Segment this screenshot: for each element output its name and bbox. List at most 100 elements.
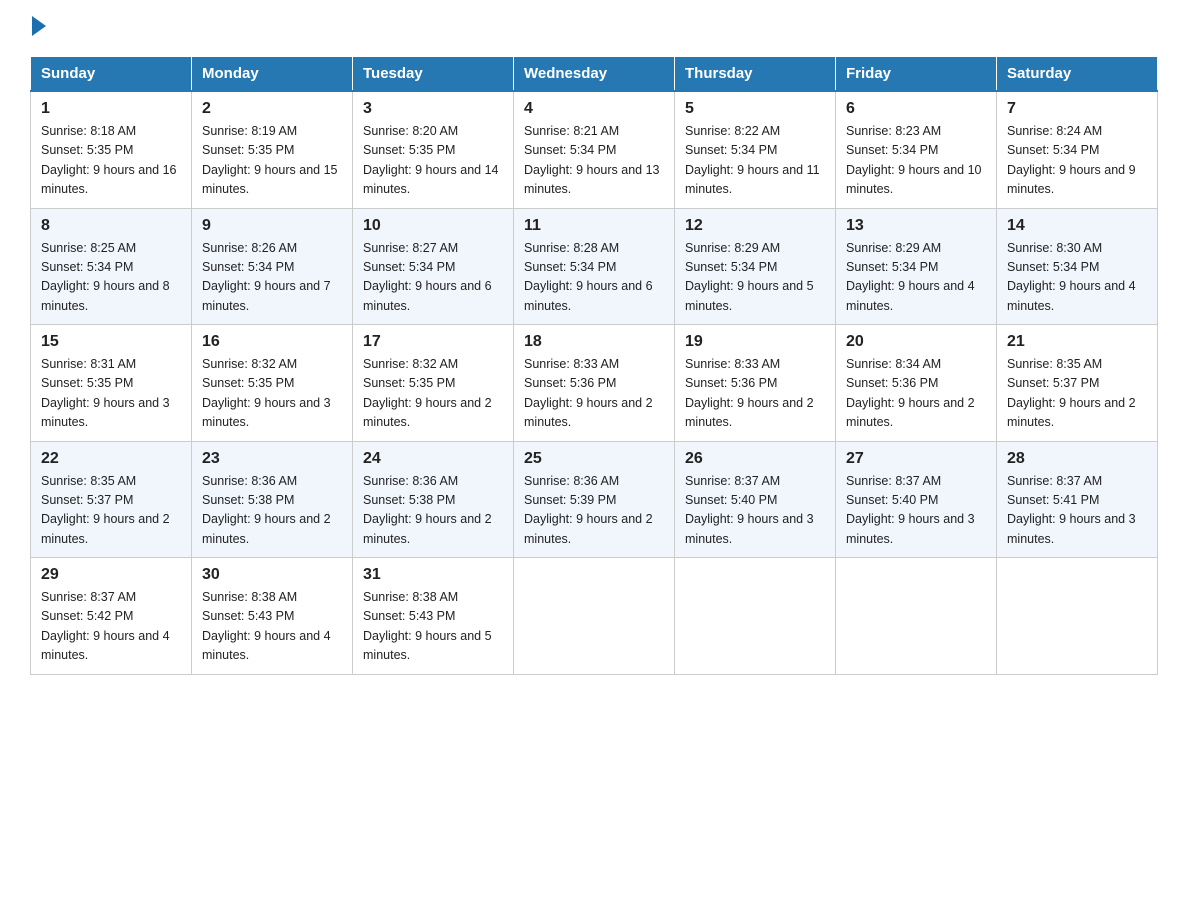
calendar-cell: 3 Sunrise: 8:20 AMSunset: 5:35 PMDaylight…: [353, 91, 514, 208]
day-number: 4: [524, 100, 664, 118]
calendar-cell: 30 Sunrise: 8:38 AMSunset: 5:43 PMDayligh…: [192, 558, 353, 675]
day-number: 20: [846, 333, 986, 351]
weekday-header-thursday: Thursday: [675, 57, 836, 92]
day-number: 27: [846, 450, 986, 468]
day-info: Sunrise: 8:27 AMSunset: 5:34 PMDaylight:…: [363, 239, 503, 317]
day-info: Sunrise: 8:19 AMSunset: 5:35 PMDaylight:…: [202, 122, 342, 200]
day-number: 17: [363, 333, 503, 351]
calendar-cell: [514, 558, 675, 675]
calendar-cell: 6 Sunrise: 8:23 AMSunset: 5:34 PMDaylight…: [836, 91, 997, 208]
weekday-header-wednesday: Wednesday: [514, 57, 675, 92]
day-number: 3: [363, 100, 503, 118]
day-info: Sunrise: 8:26 AMSunset: 5:34 PMDaylight:…: [202, 239, 342, 317]
day-number: 18: [524, 333, 664, 351]
calendar-week-row: 8 Sunrise: 8:25 AMSunset: 5:34 PMDaylight…: [31, 208, 1158, 325]
calendar-cell: 18 Sunrise: 8:33 AMSunset: 5:36 PMDayligh…: [514, 325, 675, 442]
day-info: Sunrise: 8:28 AMSunset: 5:34 PMDaylight:…: [524, 239, 664, 317]
calendar-cell: 13 Sunrise: 8:29 AMSunset: 5:34 PMDayligh…: [836, 208, 997, 325]
day-info: Sunrise: 8:24 AMSunset: 5:34 PMDaylight:…: [1007, 122, 1147, 200]
calendar-week-row: 1 Sunrise: 8:18 AMSunset: 5:35 PMDaylight…: [31, 91, 1158, 208]
day-info: Sunrise: 8:36 AMSunset: 5:39 PMDaylight:…: [524, 472, 664, 550]
calendar-cell: 9 Sunrise: 8:26 AMSunset: 5:34 PMDaylight…: [192, 208, 353, 325]
calendar-cell: 5 Sunrise: 8:22 AMSunset: 5:34 PMDaylight…: [675, 91, 836, 208]
calendar-cell: 25 Sunrise: 8:36 AMSunset: 5:39 PMDayligh…: [514, 441, 675, 558]
day-number: 9: [202, 217, 342, 235]
day-number: 7: [1007, 100, 1147, 118]
day-number: 22: [41, 450, 181, 468]
calendar-cell: 2 Sunrise: 8:19 AMSunset: 5:35 PMDaylight…: [192, 91, 353, 208]
day-info: Sunrise: 8:20 AMSunset: 5:35 PMDaylight:…: [363, 122, 503, 200]
calendar-cell: 16Sunrise: 8:32 AMSunset: 5:35 PMDayligh…: [192, 325, 353, 442]
calendar-cell: 8 Sunrise: 8:25 AMSunset: 5:34 PMDaylight…: [31, 208, 192, 325]
calendar-cell: 19 Sunrise: 8:33 AMSunset: 5:36 PMDayligh…: [675, 325, 836, 442]
calendar-cell: 23Sunrise: 8:36 AMSunset: 5:38 PMDayligh…: [192, 441, 353, 558]
day-number: 14: [1007, 217, 1147, 235]
day-number: 15: [41, 333, 181, 351]
calendar-cell: 20 Sunrise: 8:34 AMSunset: 5:36 PMDayligh…: [836, 325, 997, 442]
day-number: 6: [846, 100, 986, 118]
calendar-cell: [836, 558, 997, 675]
day-number: 30: [202, 566, 342, 584]
day-info: Sunrise: 8:37 AMSunset: 5:42 PMDaylight:…: [41, 588, 181, 666]
calendar-cell: 10 Sunrise: 8:27 AMSunset: 5:34 PMDayligh…: [353, 208, 514, 325]
day-number: 21: [1007, 333, 1147, 351]
day-info: Sunrise: 8:18 AMSunset: 5:35 PMDaylight:…: [41, 122, 181, 200]
day-info: Sunrise: 8:35 AMSunset: 5:37 PMDaylight:…: [41, 472, 181, 550]
day-info: Sunrise: 8:29 AMSunset: 5:34 PMDaylight:…: [685, 239, 825, 317]
day-number: 1: [41, 100, 181, 118]
calendar-cell: 29 Sunrise: 8:37 AMSunset: 5:42 PMDayligh…: [31, 558, 192, 675]
day-info: Sunrise: 8:37 AMSunset: 5:41 PMDaylight:…: [1007, 472, 1147, 550]
day-info: Sunrise: 8:37 AMSunset: 5:40 PMDaylight:…: [685, 472, 825, 550]
calendar-cell: 14Sunrise: 8:30 AMSunset: 5:34 PMDayligh…: [997, 208, 1158, 325]
day-info: Sunrise: 8:22 AMSunset: 5:34 PMDaylight:…: [685, 122, 825, 200]
day-info: Sunrise: 8:38 AMSunset: 5:43 PMDaylight:…: [363, 588, 503, 666]
day-info: Sunrise: 8:38 AMSunset: 5:43 PMDaylight:…: [202, 588, 342, 666]
day-info: Sunrise: 8:33 AMSunset: 5:36 PMDaylight:…: [685, 355, 825, 433]
weekday-header-sunday: Sunday: [31, 57, 192, 92]
day-info: Sunrise: 8:29 AMSunset: 5:34 PMDaylight:…: [846, 239, 986, 317]
weekday-header-friday: Friday: [836, 57, 997, 92]
calendar-cell: 28Sunrise: 8:37 AMSunset: 5:41 PMDayligh…: [997, 441, 1158, 558]
day-info: Sunrise: 8:33 AMSunset: 5:36 PMDaylight:…: [524, 355, 664, 433]
day-number: 10: [363, 217, 503, 235]
day-number: 19: [685, 333, 825, 351]
day-number: 13: [846, 217, 986, 235]
calendar-cell: 11 Sunrise: 8:28 AMSunset: 5:34 PMDayligh…: [514, 208, 675, 325]
day-number: 2: [202, 100, 342, 118]
day-number: 24: [363, 450, 503, 468]
day-number: 11: [524, 217, 664, 235]
logo: [30, 20, 46, 36]
day-number: 12: [685, 217, 825, 235]
day-number: 29: [41, 566, 181, 584]
calendar-cell: 17 Sunrise: 8:32 AMSunset: 5:35 PMDayligh…: [353, 325, 514, 442]
calendar-cell: 31 Sunrise: 8:38 AMSunset: 5:43 PMDayligh…: [353, 558, 514, 675]
calendar-cell: 7 Sunrise: 8:24 AMSunset: 5:34 PMDaylight…: [997, 91, 1158, 208]
calendar-week-row: 22 Sunrise: 8:35 AMSunset: 5:37 PMDayligh…: [31, 441, 1158, 558]
day-info: Sunrise: 8:32 AMSunset: 5:35 PMDaylight:…: [202, 355, 342, 433]
day-number: 8: [41, 217, 181, 235]
day-info: Sunrise: 8:21 AMSunset: 5:34 PMDaylight:…: [524, 122, 664, 200]
calendar-cell: [997, 558, 1158, 675]
calendar-cell: 21Sunrise: 8:35 AMSunset: 5:37 PMDayligh…: [997, 325, 1158, 442]
calendar-cell: 26 Sunrise: 8:37 AMSunset: 5:40 PMDayligh…: [675, 441, 836, 558]
calendar-cell: 15 Sunrise: 8:31 AMSunset: 5:35 PMDayligh…: [31, 325, 192, 442]
calendar-cell: [675, 558, 836, 675]
day-number: 5: [685, 100, 825, 118]
day-info: Sunrise: 8:25 AMSunset: 5:34 PMDaylight:…: [41, 239, 181, 317]
day-number: 31: [363, 566, 503, 584]
day-number: 26: [685, 450, 825, 468]
day-info: Sunrise: 8:37 AMSunset: 5:40 PMDaylight:…: [846, 472, 986, 550]
day-info: Sunrise: 8:34 AMSunset: 5:36 PMDaylight:…: [846, 355, 986, 433]
day-info: Sunrise: 8:36 AMSunset: 5:38 PMDaylight:…: [202, 472, 342, 550]
calendar-cell: 27 Sunrise: 8:37 AMSunset: 5:40 PMDayligh…: [836, 441, 997, 558]
logo-arrow-icon: [32, 16, 46, 36]
calendar-week-row: 15 Sunrise: 8:31 AMSunset: 5:35 PMDayligh…: [31, 325, 1158, 442]
weekday-header-monday: Monday: [192, 57, 353, 92]
day-info: Sunrise: 8:32 AMSunset: 5:35 PMDaylight:…: [363, 355, 503, 433]
day-info: Sunrise: 8:36 AMSunset: 5:38 PMDaylight:…: [363, 472, 503, 550]
day-info: Sunrise: 8:23 AMSunset: 5:34 PMDaylight:…: [846, 122, 986, 200]
day-info: Sunrise: 8:31 AMSunset: 5:35 PMDaylight:…: [41, 355, 181, 433]
day-number: 25: [524, 450, 664, 468]
weekday-header-tuesday: Tuesday: [353, 57, 514, 92]
calendar-table: SundayMondayTuesdayWednesdayThursdayFrid…: [30, 56, 1158, 675]
